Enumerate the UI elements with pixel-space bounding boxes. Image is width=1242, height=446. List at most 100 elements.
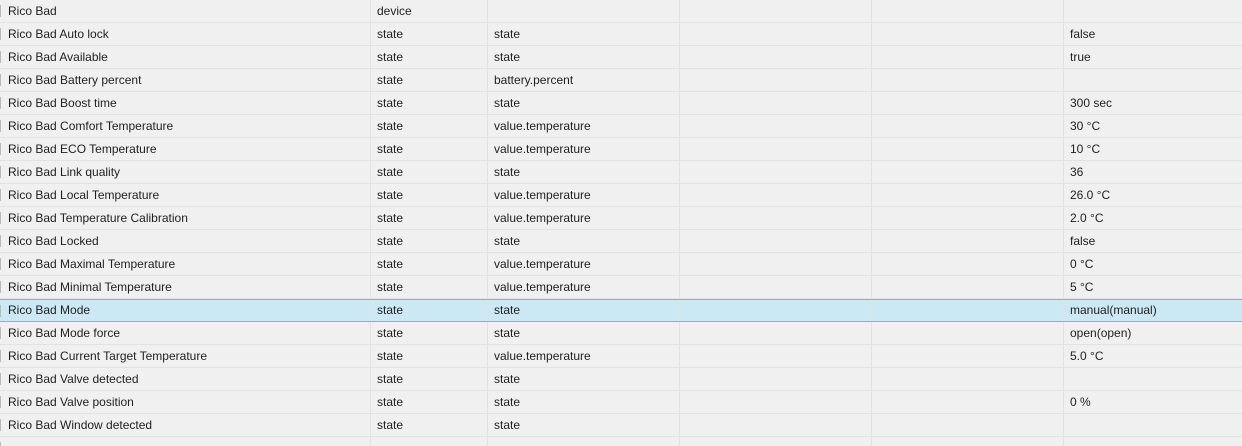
cell-value[interactable] bbox=[1064, 437, 1242, 446]
cell-type[interactable]: state bbox=[371, 207, 488, 229]
table-row[interactable]: Rico Bad Local Temperature state value.tem… bbox=[0, 184, 1242, 207]
cell-empty[interactable] bbox=[680, 138, 872, 160]
cell-value[interactable]: 5.0 °C bbox=[1064, 345, 1242, 367]
cell-name[interactable]: Rico Bad Locked bbox=[0, 230, 371, 252]
cell-value[interactable]: 26.0 °C bbox=[1064, 184, 1242, 206]
cell-value[interactable]: false bbox=[1064, 23, 1242, 45]
cell-value[interactable] bbox=[1064, 414, 1242, 436]
table-row-selected[interactable]: Rico Bad Mode state state manual(manual) bbox=[0, 299, 1242, 322]
cell-type[interactable]: state bbox=[371, 115, 488, 137]
cell-value[interactable] bbox=[1064, 368, 1242, 390]
cell-name[interactable]: Rico Bad Battery percent bbox=[0, 69, 371, 91]
table-row[interactable]: Rico Bad Battery percent state battery.per… bbox=[0, 69, 1242, 92]
cell-role[interactable] bbox=[488, 437, 680, 446]
cell-name[interactable]: Rico Bad Auto lock bbox=[0, 23, 371, 45]
cell-empty[interactable] bbox=[680, 207, 872, 229]
cell-role[interactable]: state bbox=[488, 230, 680, 252]
cell-value[interactable]: 2.0 °C bbox=[1064, 207, 1242, 229]
cell-role[interactable] bbox=[488, 0, 680, 22]
cell-empty[interactable] bbox=[680, 92, 872, 114]
table-row[interactable]: Rico Bad Link quality state state 36 bbox=[0, 161, 1242, 184]
cell-type[interactable]: state bbox=[371, 92, 488, 114]
cell-empty[interactable] bbox=[872, 115, 1064, 137]
cell-type[interactable]: state bbox=[371, 322, 488, 344]
cell-type[interactable]: state bbox=[371, 230, 488, 252]
cell-role[interactable]: value.temperature bbox=[488, 115, 680, 137]
cell-empty[interactable] bbox=[680, 184, 872, 206]
cell-empty[interactable] bbox=[872, 368, 1064, 390]
cell-empty[interactable] bbox=[680, 115, 872, 137]
cell-value[interactable] bbox=[1064, 0, 1242, 22]
cell-type[interactable]: state bbox=[371, 300, 488, 321]
cell-role[interactable]: state bbox=[488, 23, 680, 45]
table-row[interactable]: Rico Bad Current Target Temperature state… bbox=[0, 345, 1242, 368]
cell-type[interactable]: state bbox=[371, 253, 488, 275]
cell-value[interactable]: open(open) bbox=[1064, 322, 1242, 344]
cell-value[interactable]: 0 °C bbox=[1064, 253, 1242, 275]
table-row[interactable]: Rico Bad Temperature Calibration state val… bbox=[0, 207, 1242, 230]
table-row[interactable]: Rico Bad Minimal Temperature state value.t… bbox=[0, 276, 1242, 299]
cell-name[interactable]: Rico Bad Comfort Temperature bbox=[0, 115, 371, 137]
cell-role[interactable]: state bbox=[488, 322, 680, 344]
cell-empty[interactable] bbox=[680, 253, 872, 275]
cell-type[interactable]: state bbox=[371, 368, 488, 390]
cell-role[interactable]: state bbox=[488, 46, 680, 68]
cell-type[interactable]: state bbox=[371, 345, 488, 367]
table-row[interactable]: Rico Bad ECO Temperature state value.tempe… bbox=[0, 138, 1242, 161]
cell-role[interactable]: value.temperature bbox=[488, 184, 680, 206]
cell-name[interactable]: Rico Bad Available bbox=[0, 46, 371, 68]
table-row[interactable]: Rico Bad device bbox=[0, 0, 1242, 23]
cell-role[interactable]: state bbox=[488, 92, 680, 114]
cell-role[interactable]: value.temperature bbox=[488, 253, 680, 275]
cell-value[interactable]: 10 °C bbox=[1064, 138, 1242, 160]
cell-name[interactable]: Rico Bad Mode force bbox=[0, 322, 371, 344]
cell-value[interactable]: 36 bbox=[1064, 161, 1242, 183]
cell-name[interactable]: Rico Bad Link quality bbox=[0, 161, 371, 183]
cell-empty[interactable] bbox=[872, 437, 1064, 446]
cell-empty[interactable] bbox=[680, 46, 872, 68]
cell-value[interactable]: manual(manual) bbox=[1064, 300, 1242, 321]
cell-empty[interactable] bbox=[872, 46, 1064, 68]
cell-name[interactable]: Rico Bad Temperature Calibration bbox=[0, 207, 371, 229]
cell-type[interactable]: device bbox=[371, 0, 488, 22]
table-row[interactable]: Rico Bad Maximal Temperature state value.t… bbox=[0, 253, 1242, 276]
cell-empty[interactable] bbox=[680, 230, 872, 252]
cell-role[interactable]: value.temperature bbox=[488, 345, 680, 367]
cell-value[interactable]: false bbox=[1064, 230, 1242, 252]
cell-role[interactable]: value.temperature bbox=[488, 207, 680, 229]
cell-value[interactable]: 5 °C bbox=[1064, 276, 1242, 298]
cell-empty[interactable] bbox=[680, 161, 872, 183]
cell-empty[interactable] bbox=[872, 322, 1064, 344]
cell-empty[interactable] bbox=[872, 253, 1064, 275]
cell-type[interactable]: state bbox=[371, 414, 488, 436]
cell-role[interactable]: state bbox=[488, 161, 680, 183]
cell-value[interactable]: 30 °C bbox=[1064, 115, 1242, 137]
cell-empty[interactable] bbox=[872, 161, 1064, 183]
table-row[interactable]: Rico Bad Available state state true bbox=[0, 46, 1242, 69]
cell-empty[interactable] bbox=[680, 414, 872, 436]
cell-empty[interactable] bbox=[680, 0, 872, 22]
cell-role[interactable]: value.temperature bbox=[488, 276, 680, 298]
cell-name[interactable]: Rico Bad Minimal Temperature bbox=[0, 276, 371, 298]
table-row[interactable]: Rico Bad Window detected state state bbox=[0, 414, 1242, 437]
cell-role[interactable]: state bbox=[488, 300, 680, 321]
table-row[interactable]: Rico Bad Comfort Temperature state value.t… bbox=[0, 115, 1242, 138]
cell-empty[interactable] bbox=[872, 69, 1064, 91]
cell-empty[interactable] bbox=[872, 300, 1064, 321]
table-row[interactable]: Rico Bad Mode force state state open(open) bbox=[0, 322, 1242, 345]
cell-type[interactable]: state bbox=[371, 46, 488, 68]
cell-type[interactable]: state bbox=[371, 391, 488, 413]
cell-empty[interactable] bbox=[680, 276, 872, 298]
cell-role[interactable]: state bbox=[488, 414, 680, 436]
cell-empty[interactable] bbox=[872, 23, 1064, 45]
cell-empty[interactable] bbox=[872, 230, 1064, 252]
cell-value[interactable] bbox=[1064, 69, 1242, 91]
table-row[interactable]: Rico Bad Valve position state state 0 % bbox=[0, 391, 1242, 414]
cell-name[interactable]: Rico Bad Maximal Temperature bbox=[0, 253, 371, 275]
cell-type[interactable]: state bbox=[371, 276, 488, 298]
table-row[interactable]: Rico Bad Valve detected state state bbox=[0, 368, 1242, 391]
cell-name[interactable]: Rico Bad Local Temperature bbox=[0, 184, 371, 206]
cell-name[interactable]: Rico Bad ECO Temperature bbox=[0, 138, 371, 160]
cell-name[interactable]: Rico Bad Boost time bbox=[0, 92, 371, 114]
cell-name[interactable]: Rico Bad Current Target Temperature bbox=[0, 345, 371, 367]
